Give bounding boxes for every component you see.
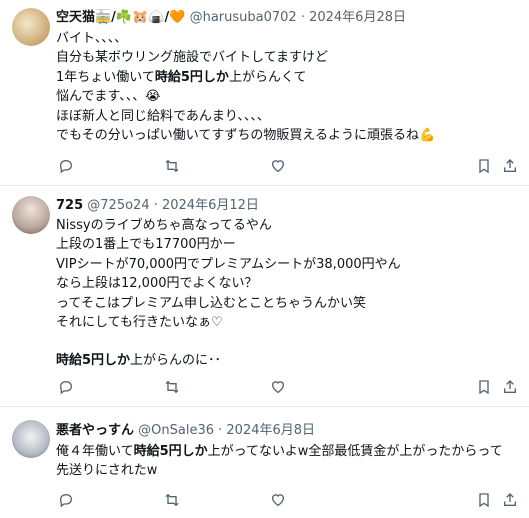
like-icon [272, 160, 284, 173]
bookmark-button[interactable] [474, 156, 494, 176]
tweet-text: 俺４年働いて時給5円しか上がってないよw全部最低賃金が上がったからって 先送りにさ… [56, 442, 519, 481]
highlighted-text: 時給5円しか [133, 444, 208, 459]
tweet-text-line: 俺４年働いて時給5円しか上がってないよw全部最低賃金が上がったからって [56, 442, 519, 461]
text-segment: 上段の1番上でも17700円かー [56, 237, 236, 253]
tweet-text-line: Nissyのライブめちゃ高なってるやん [56, 216, 519, 235]
share-icon [504, 380, 516, 393]
tweet-text-line: ってそこはプレミアム申し込むとことちゃうんかい笑 [56, 294, 519, 313]
highlighted-text: 時給5円しか [56, 353, 131, 369]
tweet-actions [56, 156, 519, 176]
like-button[interactable] [268, 377, 288, 397]
tweet-text-line: それにしても行きたいなぁ♡ [56, 313, 519, 332]
tweet-header: 725 @725o24 · 2024年6月12日 [56, 197, 259, 215]
display-name[interactable]: 空天猫🚋/☘️🐹🍙/🧡 [56, 10, 185, 25]
tweet-text-line: でもその分いっぱい働いてすずちの物販買えるように頑張るね💪 [56, 126, 519, 145]
text-segment: バイト、、、、 [56, 31, 128, 46]
tweet-text-line: 1年ちょい働いて時給5円しか上がらんくて [56, 68, 519, 87]
display-name[interactable]: 725 [56, 198, 83, 213]
user-handle[interactable]: @harusuba0702 [190, 10, 297, 25]
tweet-header: 悪者やっすん @OnSale36 · 2024年6月8日 [56, 422, 315, 440]
reply-icon [59, 493, 73, 508]
bookmark-button[interactable] [474, 377, 494, 397]
tweet[interactable]: 悪者やっすん @OnSale36 · 2024年6月8日 俺４年働いて時給5円し… [0, 408, 529, 518]
retweet-button[interactable] [162, 490, 182, 510]
avatar[interactable] [12, 196, 50, 234]
user-handle[interactable]: @725o24 [87, 198, 149, 213]
retweet-icon [165, 493, 179, 507]
text-segment: 悩んでます、、、😭 [56, 89, 161, 105]
tweet-text: バイト、、、、自分も某ボウリング施設でバイトしてますけど 1年ちょい働いて時給5円… [56, 29, 519, 145]
tweet-text-line: 悩んでます、、、😭 [56, 87, 519, 106]
tweet-text: Nissyのライブめちゃ高なってるやん 上段の1番上でも17700円かー VIPシー… [56, 216, 519, 371]
text-segment: なら上段は12,000円でよくない？ [56, 276, 258, 292]
reply-icon [59, 159, 73, 174]
tweet-date[interactable]: · 2024年6月8日 [218, 423, 315, 438]
share-button[interactable] [500, 490, 520, 510]
user-handle[interactable]: @OnSale36 [138, 423, 214, 438]
tweet-text-line: 先送りにされたw [56, 461, 519, 480]
retweet-button[interactable] [162, 377, 182, 397]
like-button[interactable] [268, 156, 288, 176]
bookmark-icon [479, 380, 489, 395]
text-segment: 上がらんくて [228, 69, 307, 85]
text-segment: 上がらんのに･･ [130, 353, 222, 369]
tweet-text-line: ほぼ新人と同じ給料であんまり、、、、 [56, 107, 519, 126]
retweet-icon [165, 159, 179, 173]
text-segment: 上がってないよw全部最低賃金が上がったからって [207, 444, 503, 459]
text-segment: 1年ちょい働いて [56, 69, 155, 85]
share-icon [504, 159, 516, 172]
share-icon [504, 493, 516, 506]
reply-button[interactable] [56, 377, 76, 397]
text-segment: VIPシートが70,000円でプレミアムシートが38,000円やん [56, 256, 401, 272]
text-segment: 先送りにされたw [56, 463, 158, 479]
bookmark-icon [479, 493, 489, 508]
tweet-actions [56, 377, 519, 397]
reply-icon [59, 380, 73, 395]
tweet[interactable]: 空天猫🚋/☘️🐹🍙/🧡 @harusuba0702 · 2024年6月28日 バ… [0, 0, 529, 186]
text-segment: それにしても行きたいなぁ♡ [56, 315, 223, 331]
tweet-text-line: 自分も某ボウリング施設でバイトしてますけど [56, 48, 519, 67]
text-segment: 自分も某ボウリング施設でバイトしてますけど [56, 50, 328, 66]
share-button[interactable] [500, 156, 520, 176]
retweet-button[interactable] [162, 156, 182, 176]
tweet-date[interactable]: · 2024年6月28日 [301, 10, 406, 25]
tweet-date[interactable]: · 2024年6月12日 [154, 198, 259, 213]
tweet-text-line: VIPシートが70,000円でプレミアムシートが38,000円やん [56, 255, 519, 274]
tweet-text-line: 上段の1番上でも17700円かー [56, 235, 519, 254]
avatar[interactable] [12, 420, 50, 458]
tweet-actions [56, 490, 519, 510]
display-name[interactable]: 悪者やっすん [56, 423, 134, 438]
tweet-header: 空天猫🚋/☘️🐹🍙/🧡 @harusuba0702 · 2024年6月28日 [56, 9, 406, 27]
text-segment: ほぼ新人と同じ給料であんまり、、、、 [56, 108, 270, 124]
like-icon [272, 494, 284, 507]
like-icon [272, 381, 284, 394]
reply-button[interactable] [56, 490, 76, 510]
like-button[interactable] [268, 490, 288, 510]
share-button[interactable] [500, 377, 520, 397]
tweet[interactable]: 725 @725o24 · 2024年6月12日 Nissyのライブめちゃ高なっ… [0, 187, 529, 407]
text-segment: でもその分いっぱい働いてすずちの物販買えるように頑張るね💪 [56, 128, 436, 144]
retweet-icon [165, 380, 179, 394]
reply-button[interactable] [56, 156, 76, 176]
tweet-text-line: 時給5円しか上がらんのに･･ [56, 351, 519, 370]
bookmark-icon [479, 159, 489, 174]
tweet-text-line: なら上段は12,000円でよくない？ [56, 274, 519, 293]
bookmark-button[interactable] [474, 490, 494, 510]
avatar[interactable] [12, 8, 50, 46]
text-segment: Nissyのライブめちゃ高なってるやん [56, 218, 272, 233]
text-segment: 俺４年働いて [56, 444, 134, 459]
tweet-text-line [56, 332, 519, 351]
tweet-text-line: バイト、、、、 [56, 29, 519, 48]
highlighted-text: 時給5円しか [154, 69, 229, 85]
text-segment: ってそこはプレミアム申し込むとことちゃうんかい笑 [56, 295, 367, 311]
